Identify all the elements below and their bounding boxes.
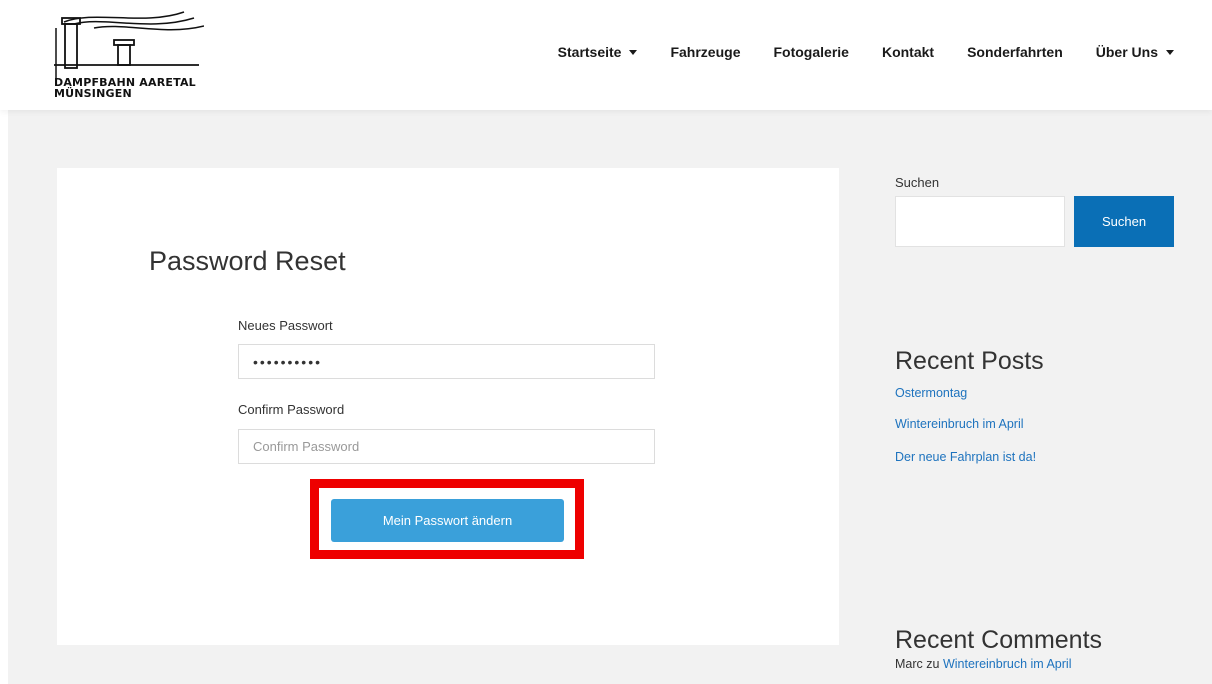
recent-posts-title: Recent Posts — [895, 347, 1044, 375]
confirm-password-input[interactable] — [238, 429, 655, 464]
password-reset-card: Password Reset Neues Passwort Confirm Pa… — [57, 168, 839, 645]
logo-line-2: MÜNSINGEN — [54, 87, 132, 100]
page-title: Password Reset — [149, 246, 346, 276]
new-password-input[interactable] — [238, 344, 655, 379]
recent-comments-title: Recent Comments — [895, 626, 1103, 654]
recent-post-link[interactable]: Wintereinbruch im April — [895, 417, 1024, 431]
caret-down-icon — [629, 49, 638, 55]
main-nav: Startseite Fahrzeuge Fotogalerie Kontakt… — [525, 44, 1174, 60]
logo-text: DAMPFBAHN AARETAL MÜNSINGEN — [54, 77, 196, 99]
nav-label: Fotogalerie — [773, 44, 849, 60]
nav-label: Sonderfahrten — [967, 44, 1063, 60]
comment-post-link[interactable]: Wintereinbruch im April — [943, 657, 1072, 671]
nav-label: Startseite — [557, 44, 622, 60]
caret-down-icon — [1166, 49, 1174, 55]
confirm-password-label: Confirm Password — [238, 402, 345, 417]
nav-startseite[interactable]: Startseite — [558, 44, 638, 60]
site-header: DAMPFBAHN AARETAL MÜNSINGEN Startseite F… — [0, 0, 1212, 110]
nav-label: Fahrzeuge — [670, 44, 741, 60]
nav-fotogalerie[interactable]: Fotogalerie — [773, 44, 848, 60]
recent-post-link[interactable]: Ostermontag — [895, 386, 967, 400]
nav-label: Kontakt — [881, 44, 935, 60]
nav-label: Über Uns — [1095, 44, 1158, 60]
change-password-button[interactable]: Mein Passwort ändern — [331, 499, 564, 542]
comment-author: Marc — [895, 657, 923, 671]
search-button[interactable]: Suchen — [1074, 196, 1174, 247]
comment-item: Marc zu Wintereinbruch im April — [895, 657, 1071, 671]
nav-kontakt[interactable]: Kontakt — [882, 44, 934, 60]
search-input[interactable] — [895, 196, 1065, 247]
search-label: Suchen — [895, 175, 940, 190]
site-logo[interactable]: DAMPFBAHN AARETAL MÜNSINGEN — [54, 8, 204, 100]
new-password-label: Neues Passwort — [238, 318, 333, 333]
nav-fahrzeuge[interactable]: Fahrzeuge — [670, 44, 740, 60]
nav-sonderfahrten[interactable]: Sonderfahrten — [967, 44, 1063, 60]
recent-post-link[interactable]: Der neue Fahrplan ist da! — [895, 450, 1036, 464]
nav-ueber-uns[interactable]: Über Uns — [1096, 44, 1174, 60]
comment-connector: zu — [926, 657, 940, 671]
locomotive-logo-icon — [54, 11, 204, 78]
